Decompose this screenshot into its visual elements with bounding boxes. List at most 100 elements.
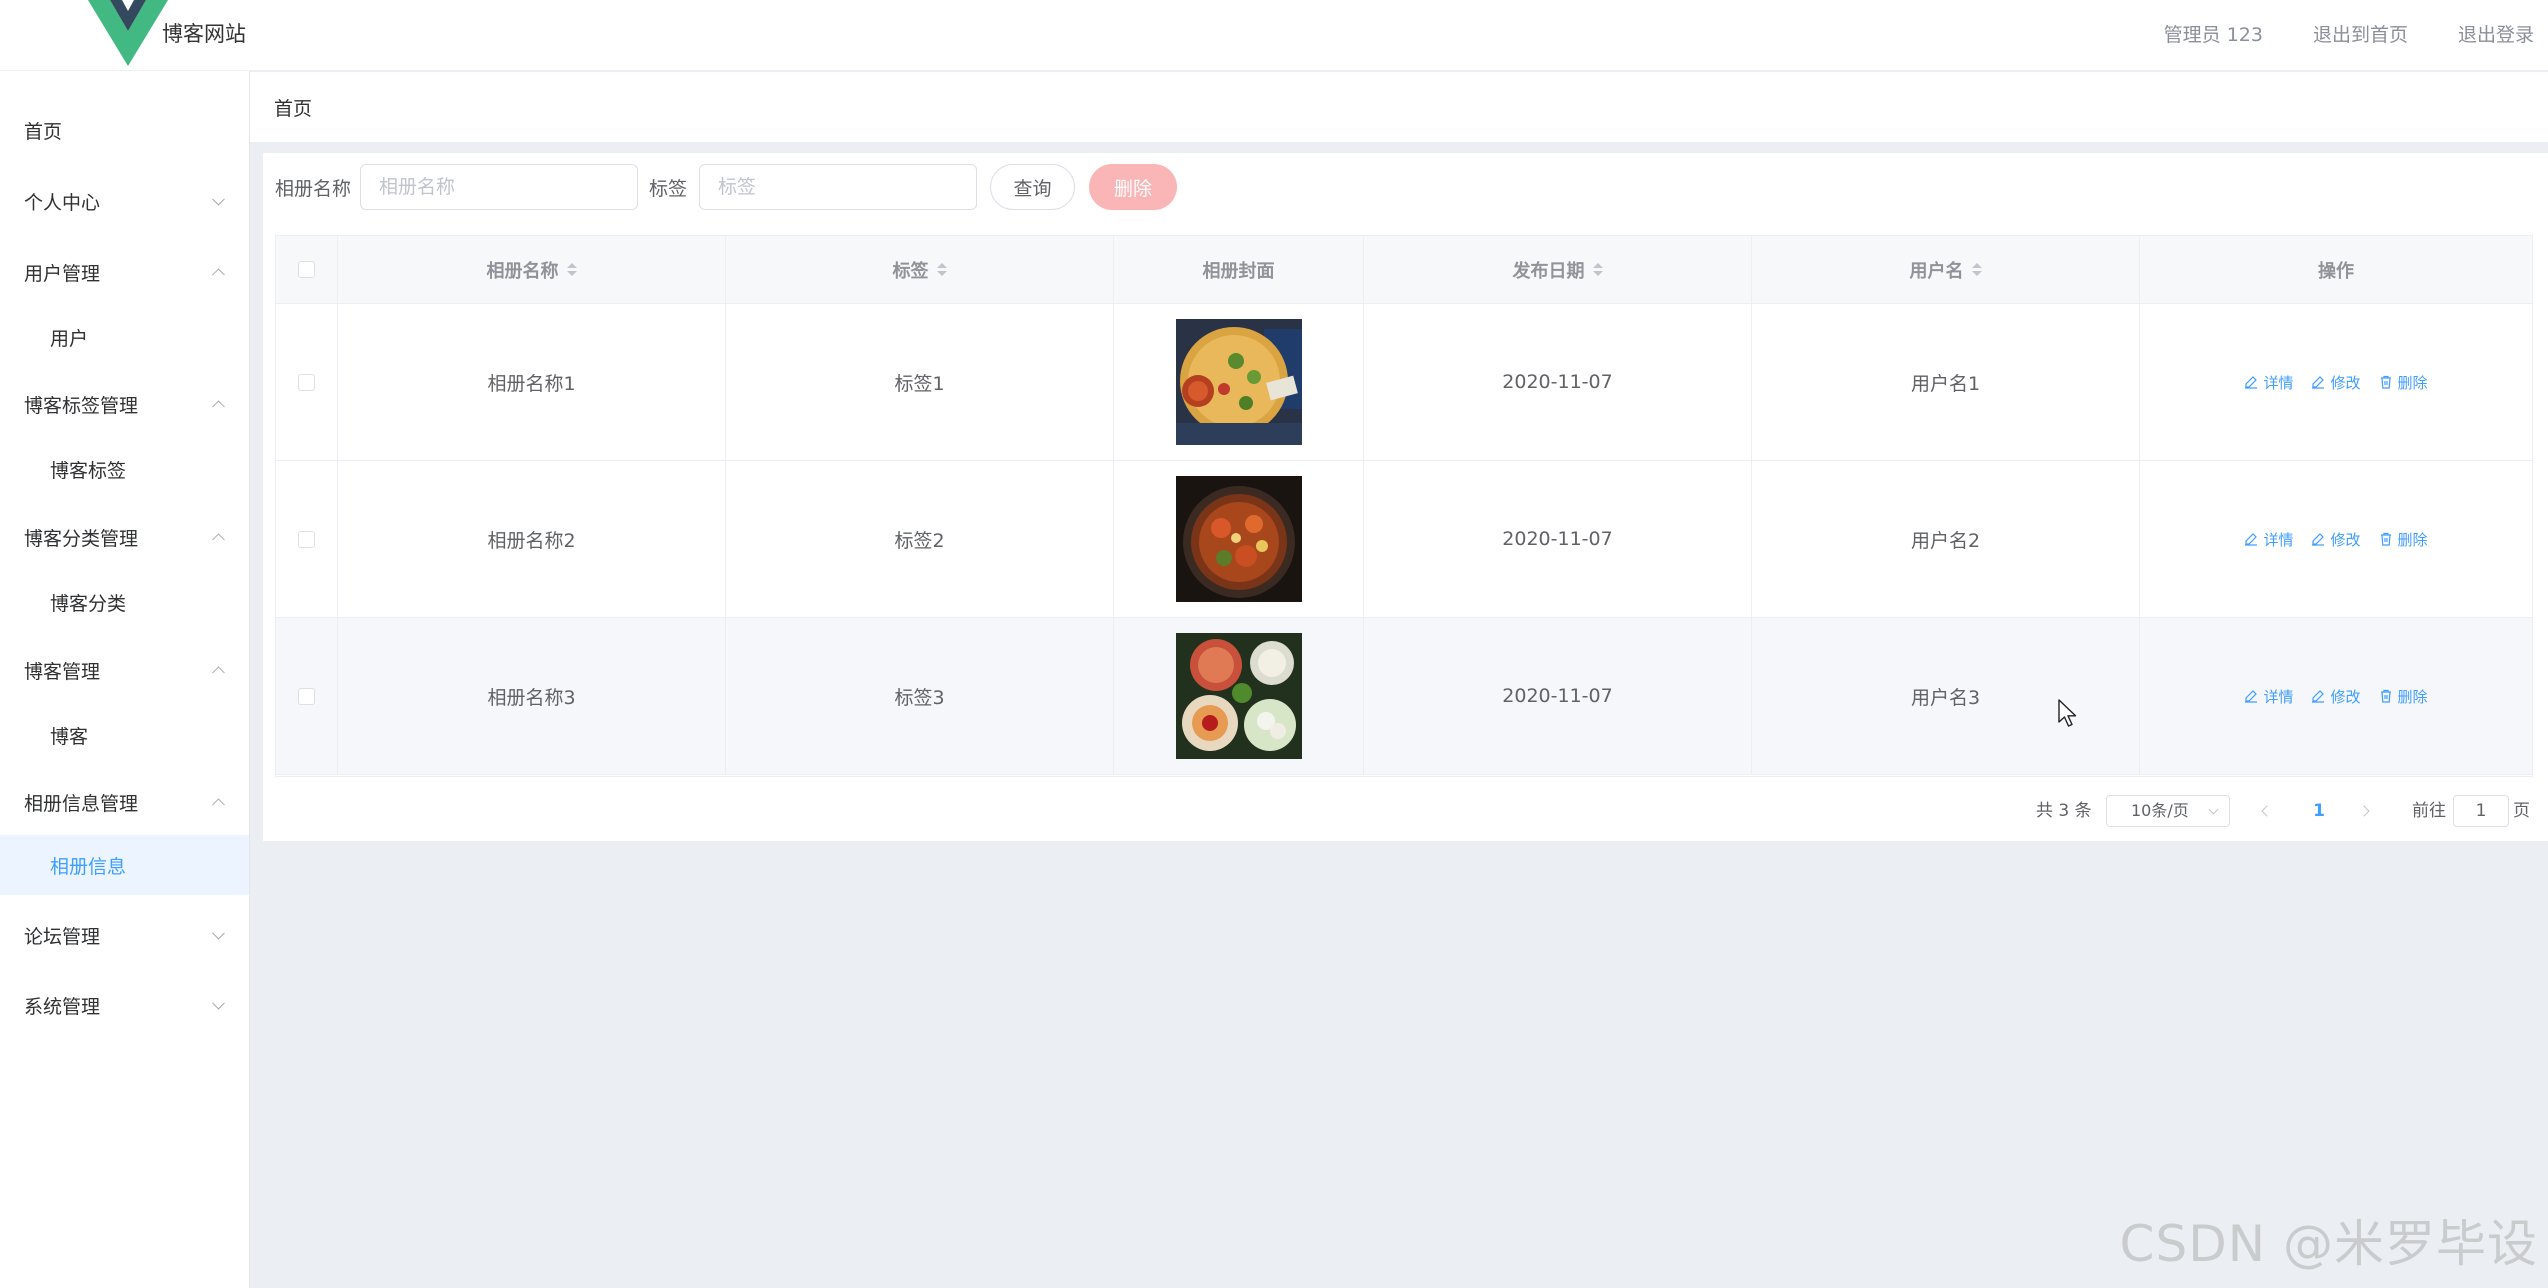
- cell-date: 2020-11-07: [1364, 304, 1752, 460]
- album-cover-image[interactable]: [1175, 319, 1302, 445]
- detail-button[interactable]: 详情: [2244, 686, 2293, 707]
- cell-name: 相册名称2: [338, 461, 726, 617]
- cell-user: 用户名1: [1752, 304, 2140, 460]
- page-size-select[interactable]: 10条/页: [2106, 795, 2230, 827]
- sidebar-item-blog-management[interactable]: 博客管理: [0, 640, 249, 700]
- header-user[interactable]: 用户名: [1752, 236, 2140, 303]
- delete-label: 删除: [2397, 687, 2428, 706]
- delete-button[interactable]: 删除: [2379, 529, 2428, 550]
- sidebar-item-album-management[interactable]: 相册信息管理: [0, 772, 249, 832]
- sidebar-item-label: 博客分类: [50, 592, 127, 615]
- row-checkbox[interactable]: [298, 373, 315, 391]
- chevron-up-icon: [212, 268, 225, 282]
- header-tag-label: 标签: [892, 260, 929, 282]
- tag-label: 标签: [649, 178, 688, 200]
- top-bar: 博客网站 管理员 123 退出到首页 退出登录: [0, 0, 2548, 71]
- header-name[interactable]: 相册名称: [338, 236, 726, 303]
- edit-button[interactable]: 修改: [2311, 686, 2361, 707]
- header-cover: 相册封面: [1114, 236, 1364, 303]
- detail-label: 详情: [2263, 530, 2294, 549]
- table-header: 相册名称 标签 相册封面 发布日期 用户名 操作: [276, 236, 2532, 304]
- sidebar-item-home[interactable]: 首页: [0, 100, 249, 160]
- chevron-down-icon: [212, 192, 225, 206]
- sidebar-item-tag-management[interactable]: 博客标签管理: [0, 374, 249, 434]
- prev-page-button[interactable]: [2252, 795, 2282, 827]
- tag-input[interactable]: [699, 164, 977, 210]
- next-page-button[interactable]: [2349, 795, 2379, 827]
- page-suffix-label: 页: [2513, 801, 2530, 821]
- detail-label: 详情: [2263, 373, 2294, 392]
- sidebar-item-user-management[interactable]: 用户管理: [0, 242, 249, 302]
- album-cover-image[interactable]: [1175, 476, 1302, 602]
- sidebar-item-label: 个人中心: [24, 191, 101, 214]
- sidebar-item-forum-management[interactable]: 论坛管理: [0, 905, 249, 965]
- row-checkbox[interactable]: [298, 687, 315, 705]
- sidebar-item-label: 相册信息管理: [24, 792, 139, 815]
- trash-icon: [2380, 375, 2391, 389]
- sidebar-item-users[interactable]: 用户: [0, 307, 249, 367]
- header-name-label: 相册名称: [486, 260, 559, 282]
- sidebar-item-blogs[interactable]: 博客: [0, 705, 249, 765]
- trash-icon: [2380, 689, 2391, 703]
- watermark: CSDN @米罗毕设: [2119, 1215, 2538, 1273]
- chevron-up-icon: [212, 400, 225, 414]
- batch-delete-button[interactable]: 删除: [1089, 164, 1177, 210]
- sidebar-item-category-management[interactable]: 博客分类管理: [0, 507, 249, 567]
- header-tag[interactable]: 标签: [726, 236, 1114, 303]
- pagination-total: 共 3 条: [2036, 801, 2092, 821]
- sidebar-item-label: 博客: [50, 725, 89, 748]
- detail-button[interactable]: 详情: [2244, 372, 2293, 393]
- detail-button[interactable]: 详情: [2244, 529, 2293, 550]
- page-number[interactable]: 1: [2301, 795, 2337, 827]
- table-row: 相册名称3 标签3 2020-11-07 用户名3 详情 修改 删除: [276, 618, 2532, 775]
- sidebar-item-label: 论坛管理: [24, 925, 101, 948]
- edit-icon: [2312, 690, 2325, 703]
- edit-button[interactable]: 修改: [2311, 529, 2361, 550]
- header-date[interactable]: 发布日期: [1364, 236, 1752, 303]
- cell-cover: [1114, 461, 1364, 617]
- detail-label: 详情: [2263, 687, 2294, 706]
- edit-label: 修改: [2330, 530, 2361, 549]
- sidebar-item-label: 相册信息: [50, 855, 127, 878]
- query-button[interactable]: 查询: [990, 164, 1075, 210]
- sidebar-item-album-info[interactable]: 相册信息: [0, 835, 249, 895]
- edit-button[interactable]: 修改: [2311, 372, 2361, 393]
- chevron-up-icon: [212, 798, 225, 812]
- sort-icon[interactable]: [566, 263, 577, 276]
- cell-cover: [1114, 304, 1364, 460]
- breadcrumb[interactable]: 首页: [274, 94, 312, 121]
- goto-page-input[interactable]: [2453, 795, 2509, 827]
- sidebar-item-blog-categories[interactable]: 博客分类: [0, 572, 249, 632]
- back-home-link[interactable]: 退出到首页: [2313, 20, 2408, 46]
- sort-icon[interactable]: [936, 263, 947, 276]
- album-cover-image[interactable]: [1175, 633, 1302, 759]
- album-name-input[interactable]: [360, 164, 638, 210]
- header-cover-label: 相册封面: [1202, 260, 1275, 282]
- header-user-label: 用户名: [1909, 260, 1964, 282]
- row-checkbox[interactable]: [298, 530, 315, 548]
- cell-tag: 标签2: [726, 461, 1114, 617]
- delete-button[interactable]: 删除: [2379, 686, 2428, 707]
- top-right-links: 管理员 123 退出到首页 退出登录: [2164, 20, 2548, 46]
- breadcrumb-bar: 首页: [250, 72, 2548, 142]
- cell-tag: 标签1: [726, 304, 1114, 460]
- vue-logo-icon: [88, 0, 168, 66]
- table-row: 相册名称2 标签2 2020-11-07 用户名2 详情 修改 删除: [276, 461, 2532, 618]
- album-table: 相册名称 标签 相册封面 发布日期 用户名 操作 相册名称1 标签1 2020-…: [275, 235, 2533, 777]
- sidebar-item-blog-tags[interactable]: 博客标签: [0, 439, 249, 499]
- select-all-checkbox[interactable]: [298, 261, 315, 278]
- edit-icon: [2245, 690, 2258, 703]
- chevron-up-icon: [212, 533, 225, 547]
- sort-icon[interactable]: [1592, 263, 1603, 276]
- sidebar-item-profile[interactable]: 个人中心: [0, 171, 249, 231]
- sort-icon[interactable]: [1971, 263, 1982, 276]
- cell-cover: [1114, 618, 1364, 774]
- delete-button[interactable]: 删除: [2379, 372, 2428, 393]
- sidebar-item-system-management[interactable]: 系统管理: [0, 975, 249, 1035]
- cell-tag: 标签3: [726, 618, 1114, 774]
- logout-link[interactable]: 退出登录: [2458, 20, 2534, 46]
- cell-date: 2020-11-07: [1364, 618, 1752, 774]
- delete-label: 删除: [2397, 530, 2428, 549]
- header-select-cell: [276, 236, 338, 303]
- row-select-cell: [276, 461, 338, 617]
